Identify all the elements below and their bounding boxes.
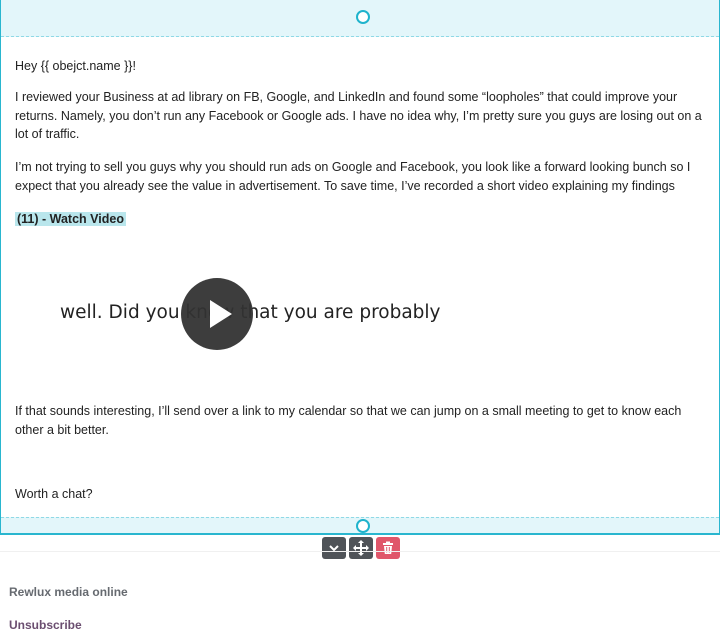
block-toolbar <box>322 537 400 559</box>
paragraph-1[interactable]: I reviewed your Business at ad library o… <box>15 88 711 144</box>
move-button[interactable] <box>349 537 373 559</box>
paragraph-2[interactable]: I’m not trying to sell you guys why you … <box>15 158 711 195</box>
paragraph-3[interactable]: If that sounds interesting, I’ll send ov… <box>15 402 711 439</box>
resize-handle-bottom[interactable] <box>356 519 370 533</box>
resize-handle-top[interactable] <box>356 10 370 24</box>
company-name: Rewlux media online <box>9 585 128 599</box>
collapse-button[interactable] <box>322 537 346 559</box>
selected-email-block[interactable]: Hey {{ obejct.name }}! I reviewed your B… <box>0 0 720 535</box>
move-icon <box>353 540 369 556</box>
trash-icon <box>383 541 393 554</box>
unsubscribe-link[interactable]: Unsubscribe <box>9 618 82 632</box>
play-icon <box>210 300 232 328</box>
footer-divider <box>0 551 720 552</box>
closing-text[interactable]: Worth a chat? <box>15 485 711 504</box>
watch-video-heading[interactable]: (11) - Watch Video <box>15 210 711 229</box>
watch-video-link[interactable]: (11) - Watch Video <box>15 212 126 226</box>
play-button[interactable] <box>181 278 253 350</box>
delete-button[interactable] <box>376 537 400 559</box>
video-thumbnail[interactable]: well. Did you know that you are probably <box>15 238 575 388</box>
greeting-text[interactable]: Hey {{ obejct.name }}! <box>15 57 711 76</box>
chevron-down-icon <box>329 545 339 552</box>
